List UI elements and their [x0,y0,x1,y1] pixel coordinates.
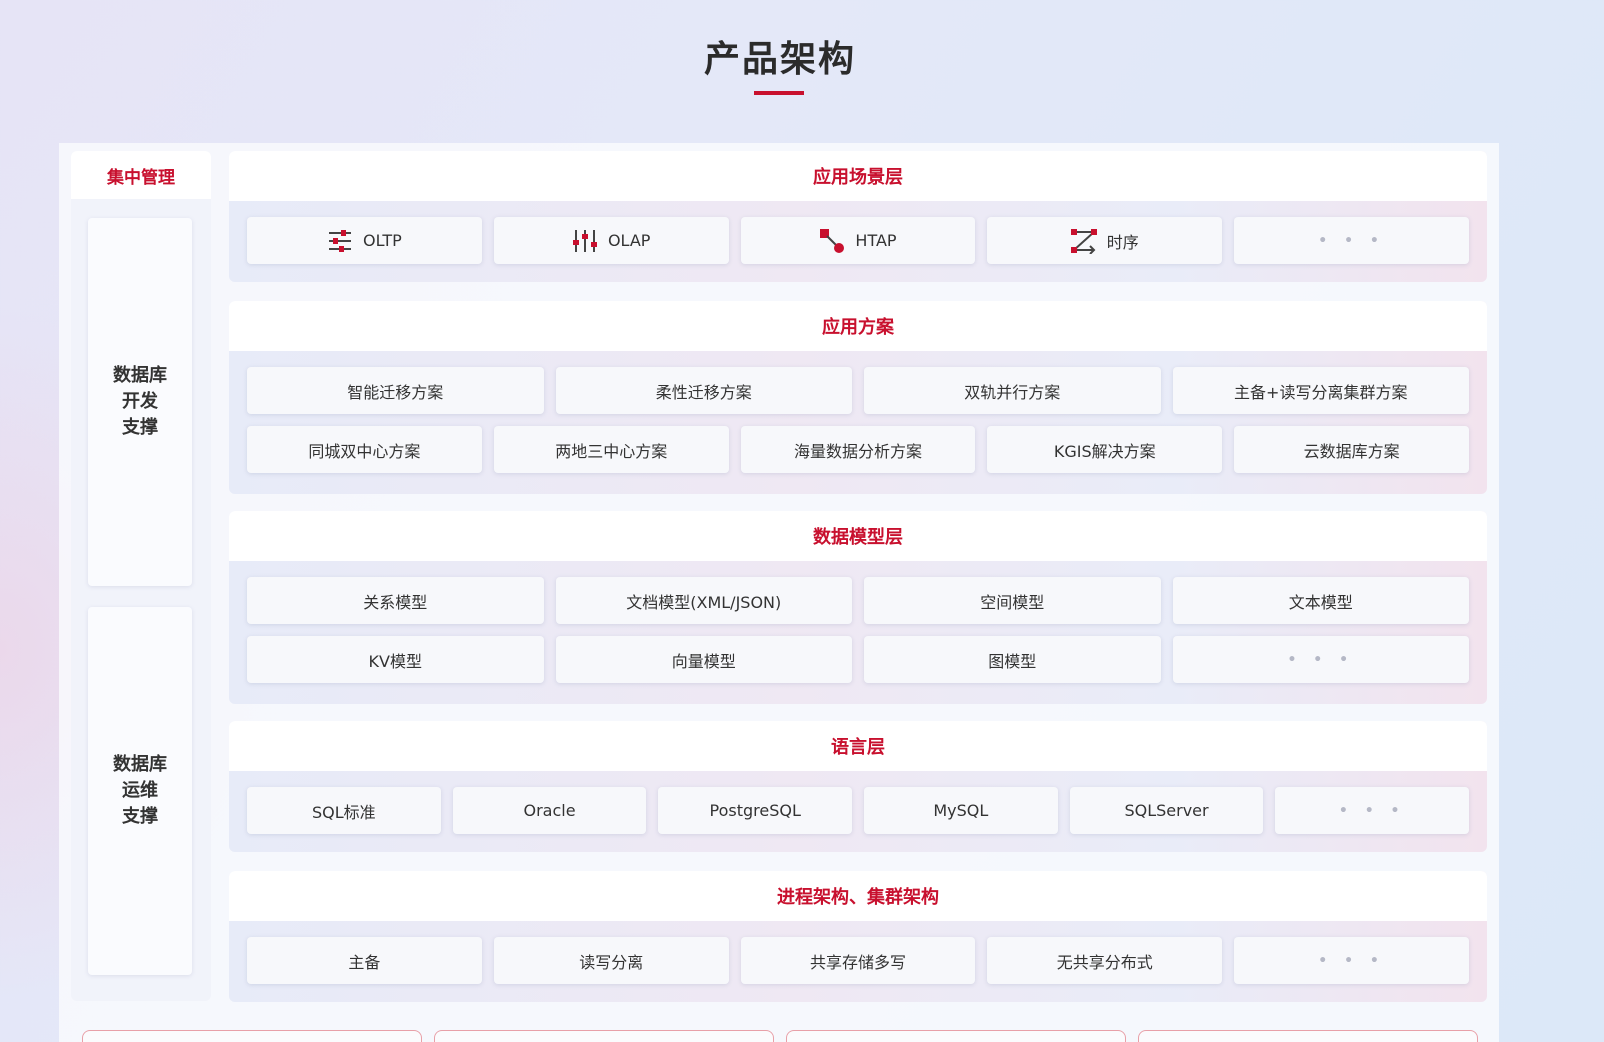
node-link-icon [820,228,845,253]
sidebar-box-line: 开发 [122,391,158,412]
language-item: MySQL [864,787,1058,834]
architecture-item: 读写分离 [493,937,729,984]
scenario-label: 时序 [1106,232,1139,252]
db-dev-support-box: 数据库 开发 支撑 [88,218,192,586]
scenario-item-timeseries: 时序 [987,217,1223,264]
language-item-more: • • • [1275,787,1470,834]
scenario-label: OLAP [607,231,651,250]
swap-arrows-icon [1070,228,1097,254]
bottom-card [786,1030,1126,1042]
solution-item: 主备+读写分离集群方案 [1172,367,1469,414]
solution-item: 同城双中心方案 [247,426,482,473]
solution-item: 两地三中心方案 [493,426,729,473]
scenario-item-more: • • • [1234,217,1469,264]
sidebar-box-line: 支撑 [122,417,158,438]
model-item: 文档模型(XML/JSON) [555,577,852,624]
model-item: 空间模型 [864,577,1161,624]
process-cluster-architecture-layer: 进程架构、集群架构 主备 读写分离 共享存储多写 无共享分布式 • • • [229,871,1487,1002]
page-title: 产品架构 [703,39,856,80]
sidebar-box-line: 数据库 [113,365,167,386]
architecture-item: 共享存储多写 [740,937,976,984]
sliders-icon [329,229,352,252]
model-item: KV模型 [247,636,544,683]
bottom-card-row [82,1030,1478,1042]
bottom-card [1138,1030,1478,1042]
scenario-item-olap: OLAP [493,217,729,264]
layer-title: 数据模型层 [229,511,1487,561]
more-icon: • • • [1318,952,1385,969]
application-solutions-layer: 应用方案 智能迁移方案 柔性迁移方案 双轨并行方案 主备+读写分离集群方案 同城… [229,301,1487,494]
application-scenario-layer: 应用场景层 OLTP OLAP HTAP 时序 • • • [229,151,1487,282]
solution-item: 柔性迁移方案 [555,367,852,414]
model-item: 关系模型 [247,577,544,624]
bottom-card [82,1030,422,1042]
scenario-item-htap: HTAP [740,217,976,264]
model-item: 向量模型 [555,636,852,683]
title-underline [754,91,804,95]
scenario-label: HTAP [855,231,897,250]
more-icon: • • • [1287,651,1355,668]
language-item: Oracle [452,787,647,834]
language-item: SQL标准 [247,787,441,834]
language-item: PostgreSQL [658,787,853,834]
model-item: 文本模型 [1172,577,1469,624]
sidebar-box-line: 数据库 [113,754,167,775]
scenario-label: OLTP [363,231,402,250]
more-icon: • • • [1318,232,1385,249]
architecture-item: 无共享分布式 [987,937,1223,984]
db-ops-support-box: 数据库 运维 支撑 [88,607,192,975]
architecture-item-more: • • • [1234,937,1469,984]
data-model-layer: 数据模型层 关系模型 文档模型(XML/JSON) 空间模型 文本模型 KV模型… [229,511,1487,704]
solution-item: 双轨并行方案 [864,367,1161,414]
model-item-more: • • • [1172,636,1469,683]
bottom-card [434,1030,774,1042]
layer-title: 应用方案 [229,301,1487,351]
sidebar-box-line: 运维 [122,780,158,801]
layer-title: 进程架构、集群架构 [229,871,1487,921]
language-item: SQLServer [1069,787,1264,834]
solution-item: 智能迁移方案 [247,367,544,414]
language-layer: 语言层 SQL标准 Oracle PostgreSQL MySQL SQLSer… [229,721,1487,852]
scenario-item-oltp: OLTP [247,217,482,264]
layer-title: 应用场景层 [229,151,1487,201]
more-icon: • • • [1338,802,1406,819]
sidebar-title: 集中管理 [71,151,211,199]
layer-title: 语言层 [229,721,1487,771]
solution-item: 海量数据分析方案 [740,426,976,473]
vertical-sliders-icon [572,229,597,252]
architecture-item: 主备 [247,937,482,984]
model-item: 图模型 [864,636,1161,683]
solution-item: KGIS解决方案 [987,426,1223,473]
centralized-management-column: 集中管理 数据库 开发 支撑 数据库 运维 支撑 [71,151,211,1001]
solution-item: 云数据库方案 [1234,426,1469,473]
sidebar-box-line: 支撑 [122,806,158,827]
